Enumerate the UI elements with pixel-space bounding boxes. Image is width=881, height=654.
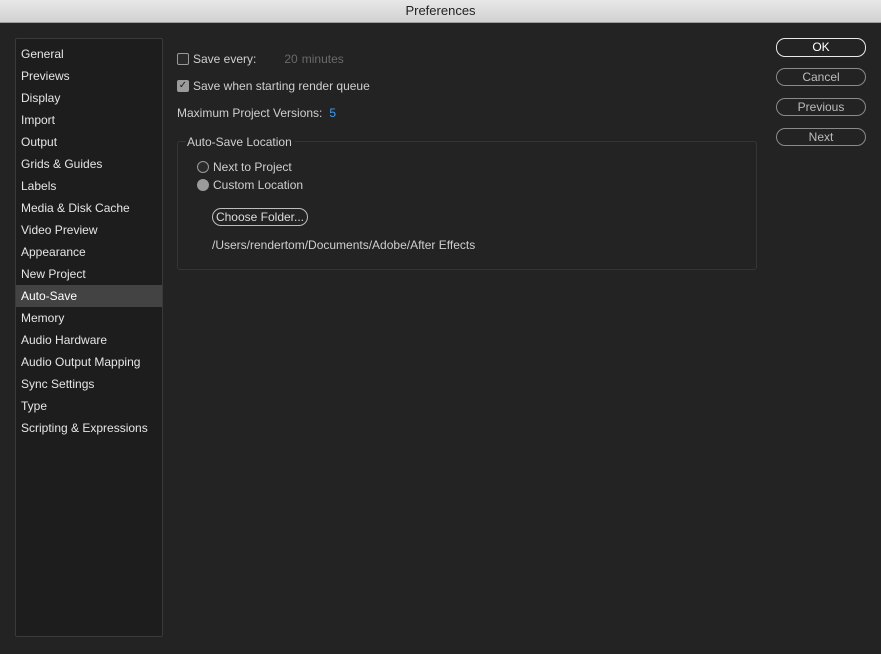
auto-save-location-group: Auto-Save Location Next to Project Custo… — [177, 135, 757, 270]
choose-folder-button[interactable]: Choose Folder... — [212, 208, 308, 226]
category-list: General Previews Display Import Output G… — [15, 38, 163, 637]
sidebar-item-media-disk-cache[interactable]: Media & Disk Cache — [16, 197, 162, 219]
preferences-window: General Previews Display Import Output G… — [0, 23, 881, 654]
sidebar-item-general[interactable]: General — [16, 43, 162, 65]
max-versions-label: Maximum Project Versions: — [177, 106, 323, 120]
ok-button[interactable]: OK — [776, 38, 866, 57]
save-every-value[interactable]: 20 — [284, 52, 297, 66]
save-every-row: Save every: 20 minutes — [177, 52, 344, 66]
sidebar-item-auto-save[interactable]: Auto-Save — [16, 285, 162, 307]
sidebar-item-scripting-expressions[interactable]: Scripting & Expressions — [16, 417, 162, 439]
custom-location-path: /Users/rendertom/Documents/Adobe/After E… — [212, 238, 475, 252]
custom-location-radio[interactable] — [197, 179, 209, 191]
sidebar-item-previews[interactable]: Previews — [16, 65, 162, 87]
save-every-label: Save every: — [193, 52, 257, 66]
max-versions-row: Maximum Project Versions: 5 — [177, 106, 336, 120]
sidebar-item-audio-hardware[interactable]: Audio Hardware — [16, 329, 162, 351]
custom-location-path-text: /Users/rendertom/Documents/Adobe/After E… — [212, 238, 476, 252]
sidebar-item-new-project[interactable]: New Project — [16, 263, 162, 285]
sidebar-item-appearance[interactable]: Appearance — [16, 241, 162, 263]
sidebar-item-memory[interactable]: Memory — [16, 307, 162, 329]
next-button[interactable]: Next — [776, 128, 866, 146]
save-on-render-row: ✓ Save when starting render queue — [177, 79, 370, 93]
custom-location-label: Custom Location — [213, 178, 304, 192]
sidebar-item-display[interactable]: Display — [16, 87, 162, 109]
sidebar-item-video-preview[interactable]: Video Preview — [16, 219, 162, 241]
sidebar-item-labels[interactable]: Labels — [16, 175, 162, 197]
sidebar-item-audio-output-mapping[interactable]: Audio Output Mapping — [16, 351, 162, 373]
window-titlebar: Preferences — [0, 0, 881, 23]
cancel-button[interactable]: Cancel — [776, 68, 866, 86]
custom-location-option[interactable]: Custom Location — [197, 178, 303, 192]
next-to-project-radio[interactable] — [197, 161, 209, 173]
save-on-render-checkbox[interactable]: ✓ — [177, 80, 189, 92]
sidebar-item-sync-settings[interactable]: Sync Settings — [16, 373, 162, 395]
sidebar-item-type[interactable]: Type — [16, 395, 162, 417]
save-every-checkbox[interactable] — [177, 53, 189, 65]
next-to-project-label: Next to Project — [213, 160, 292, 174]
sidebar-item-output[interactable]: Output — [16, 131, 162, 153]
window-title: Preferences — [405, 3, 476, 18]
max-versions-value[interactable]: 5 — [329, 106, 336, 120]
previous-button[interactable]: Previous — [776, 98, 866, 116]
next-to-project-option[interactable]: Next to Project — [197, 160, 292, 174]
group-title: Auto-Save Location — [186, 135, 295, 149]
save-on-render-label: Save when starting render queue — [193, 79, 370, 93]
sidebar-item-import[interactable]: Import — [16, 109, 162, 131]
save-every-unit: minutes — [301, 52, 344, 66]
sidebar-item-grids-guides[interactable]: Grids & Guides — [16, 153, 162, 175]
